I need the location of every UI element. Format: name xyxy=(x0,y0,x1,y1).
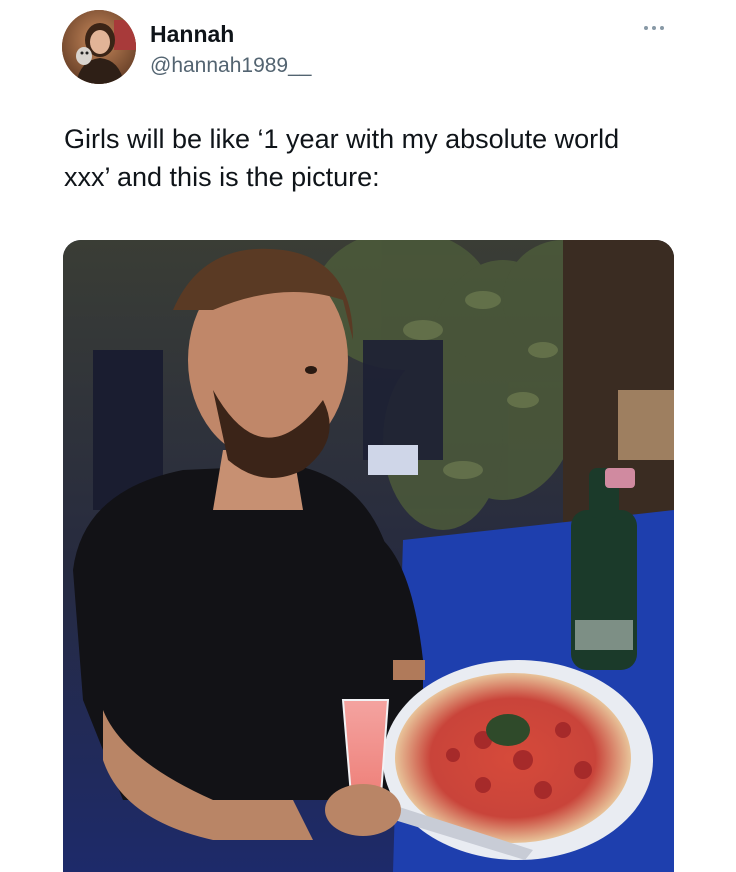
tweet-text: Girls will be like ‘1 year with my absol… xyxy=(64,124,620,192)
profile-photo-icon xyxy=(62,10,136,84)
tweet-media-photo[interactable] xyxy=(63,240,674,872)
more-horizontal-icon xyxy=(644,26,664,30)
avatar[interactable] xyxy=(62,10,136,84)
display-name[interactable]: Hannah xyxy=(150,20,234,48)
tweet-header: Hannah @hannah1989__ xyxy=(62,10,674,86)
more-options-button[interactable] xyxy=(636,16,672,40)
user-handle[interactable]: @hannah1989__ xyxy=(150,53,311,79)
photo-man-with-pizza-icon xyxy=(63,240,674,872)
